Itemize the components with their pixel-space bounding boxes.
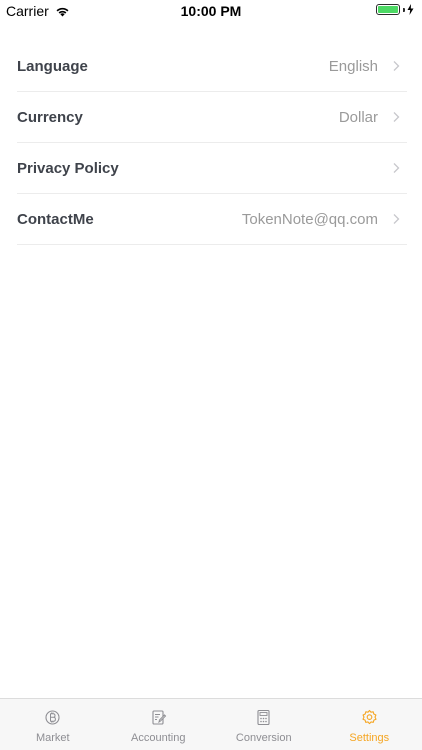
tab-bar: Market Accounting Conversion Settings [0, 698, 422, 750]
tab-label: Settings [349, 732, 390, 744]
chevron-right-icon [393, 163, 400, 173]
battery-fill [378, 6, 398, 13]
chevron-right-icon [393, 61, 400, 71]
notes-edit-icon [152, 710, 166, 725]
settings-list: Language English Currency Dollar Privacy… [0, 41, 422, 245]
tab-settings[interactable]: Settings [317, 699, 422, 750]
settings-row-language[interactable]: Language English [17, 41, 407, 92]
row-value: Dollar [338, 108, 378, 126]
row-value: TokenNote@qq.com [241, 210, 378, 228]
status-right [376, 4, 414, 15]
calculator-icon [257, 709, 270, 726]
row-value: English [328, 57, 378, 75]
tab-label: Market [35, 732, 70, 744]
tab-market[interactable]: Market [0, 699, 106, 750]
tab-label: Accounting [131, 732, 186, 744]
battery-cap [403, 7, 405, 12]
settings-row-privacy-policy[interactable]: Privacy Policy [17, 143, 407, 194]
row-label: Privacy Policy [17, 159, 119, 177]
tab-label: Conversion [235, 732, 292, 744]
status-bar: Carrier 10:00 PM [0, 0, 422, 22]
settings-row-contact-me[interactable]: ContactMe TokenNote@qq.com [17, 194, 407, 245]
tab-accounting[interactable]: Accounting [106, 699, 212, 750]
tab-conversion[interactable]: Conversion [211, 699, 317, 750]
row-label: Language [17, 57, 88, 75]
gear-icon [362, 709, 377, 725]
battery-icon [376, 4, 400, 15]
chevron-right-icon [393, 214, 400, 224]
row-label: ContactMe [17, 210, 94, 228]
status-time: 10:00 PM [180, 3, 242, 19]
settings-row-currency[interactable]: Currency Dollar [17, 92, 407, 143]
row-label: Currency [17, 108, 83, 126]
chevron-right-icon [393, 112, 400, 122]
charging-bolt-icon [407, 4, 414, 15]
bitcoin-icon [45, 710, 60, 725]
